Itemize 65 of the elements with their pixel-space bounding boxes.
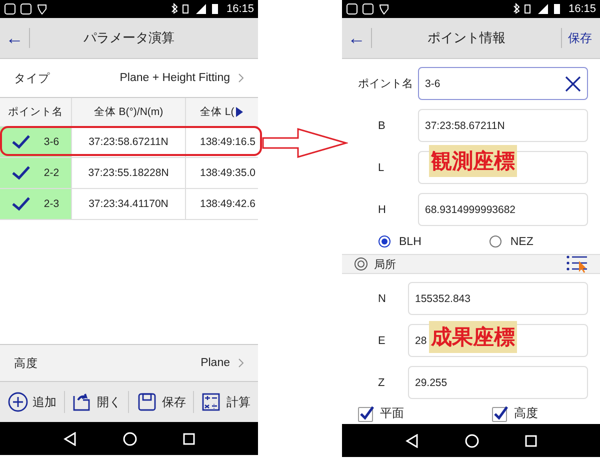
radio-button[interactable]: BLH [378, 235, 422, 248]
point-name: 2-3 [44, 198, 60, 210]
toolbar-button[interactable]: 保存 [136, 392, 186, 412]
table-cell-text: 138:49:16.5 [199, 135, 256, 150]
field-label: E [377, 334, 386, 346]
field-label: Z [377, 376, 386, 388]
calculator-icon [201, 392, 222, 412]
target-icon [354, 257, 368, 271]
clear-icon[interactable] [565, 76, 581, 92]
point-name: 3-6 [44, 136, 60, 148]
clock-text: 16:15 [568, 3, 596, 15]
field-label: L [377, 162, 386, 174]
table-row[interactable]: 2-2 37:23:55.18228N 138:49:35.0 [0, 158, 258, 189]
coordinate-field[interactable]: 155352.843 [408, 282, 588, 315]
column-header[interactable]: 全体 B(°)/N(m) [72, 98, 186, 126]
coordinate-field[interactable]: 29.255 [408, 366, 588, 399]
point-name-field[interactable]: 3-6 [418, 67, 588, 100]
toolbar-button[interactable]: 開く [72, 392, 122, 412]
height-selector[interactable]: 高度 Plane [0, 344, 258, 382]
checkmark-icon[interactable] [12, 197, 30, 211]
field-label: H [377, 204, 387, 216]
annotation-label: 観測座標 [429, 145, 517, 177]
table-cell: 37:23:55.18228N [72, 158, 186, 188]
annotation-label: 成果座標 [429, 321, 517, 353]
chevron-icon [238, 358, 244, 368]
list-cursor-icon[interactable] [566, 255, 588, 273]
radio-button[interactable]: NEZ [489, 235, 534, 248]
checkbox[interactable]: 平面 [358, 405, 404, 422]
field-label: N [377, 292, 387, 304]
table-row[interactable]: 3-6 37:23:58.67211N 138:49:16.5 [0, 127, 258, 158]
column-header[interactable]: ポイント名 [0, 98, 72, 126]
recents-icon[interactable] [525, 434, 537, 446]
folder-arrow-icon [72, 392, 92, 412]
scroll-right-icon[interactable] [236, 107, 244, 117]
clock-text: 16:15 [226, 3, 254, 15]
column-header[interactable]: 全体 L( [186, 98, 258, 126]
back-button[interactable]: ← [342, 28, 372, 48]
table-row[interactable]: 2-3 37:23:34.41170N 138:49:42.6 [0, 189, 258, 220]
coordinate-field[interactable]: 37:23:58.67211N [418, 109, 588, 142]
back-icon[interactable] [405, 434, 419, 448]
coordinate-field[interactable]: 68.9314999993682 [418, 193, 588, 226]
table-cell: 37:23:58.67211N [72, 127, 186, 157]
home-icon[interactable] [465, 434, 479, 448]
plus-icon [8, 392, 28, 412]
checkmark-icon[interactable] [12, 166, 30, 180]
toolbar-button[interactable]: 追加 [8, 392, 57, 412]
table-cell-text: 138:49:42.6 [199, 197, 256, 212]
back-button[interactable]: ← [0, 28, 30, 48]
field-label: ポイント名 [357, 77, 414, 91]
home-icon[interactable] [123, 432, 137, 446]
table-cell: 37:23:34.41170N [72, 189, 186, 219]
table-cell-text: 138:49:35.0 [199, 166, 256, 181]
point-name: 2-2 [44, 167, 60, 179]
chevron-icon [238, 73, 244, 83]
screen-title: パラメータ演算 [82, 29, 176, 47]
toolbar-button[interactable]: 計算 [201, 392, 250, 412]
field-label: B [377, 120, 386, 132]
screen-title: ポイント情報 [426, 29, 506, 47]
checkmark-icon[interactable] [12, 135, 30, 149]
back-icon[interactable] [63, 432, 77, 446]
type-selector[interactable]: タイプ Plane + Height Fitting [0, 59, 258, 97]
section-title: 局所 [374, 258, 396, 272]
save-button[interactable]: 保存 [562, 30, 600, 46]
recents-icon[interactable] [183, 432, 195, 444]
checkbox[interactable]: 高度 [492, 405, 538, 422]
